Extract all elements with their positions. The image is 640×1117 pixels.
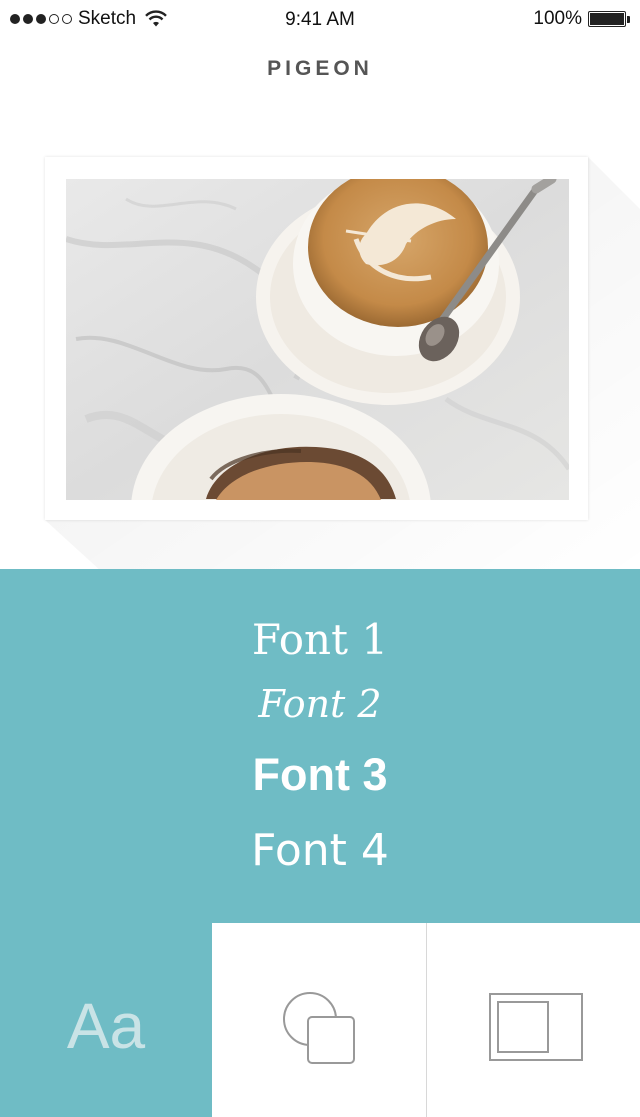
font-option-2[interactable]: Font 2 bbox=[0, 682, 640, 726]
font-option-1[interactable]: Font 1 bbox=[0, 615, 640, 664]
text-tool-label: Aa bbox=[66, 990, 146, 1062]
battery-percent: 100% bbox=[533, 8, 582, 29]
battery-icon bbox=[588, 11, 626, 27]
font-picker-panel: Font 1 Font 2 Font 3 Font 4 bbox=[0, 569, 640, 923]
text-tool-button[interactable]: Aa bbox=[0, 923, 212, 1117]
status-bar: Sketch 9:41 AM 100% bbox=[0, 0, 640, 40]
shapes-icon bbox=[283, 992, 355, 1064]
shapes-tool-button[interactable] bbox=[212, 923, 427, 1117]
bottom-toolbar: Aa bbox=[0, 923, 640, 1117]
photo-card[interactable] bbox=[45, 157, 588, 520]
battery-tip bbox=[627, 15, 630, 23]
frame-icon bbox=[489, 993, 583, 1061]
frame-tool-button[interactable] bbox=[427, 923, 640, 1117]
battery-group: 100% bbox=[533, 8, 630, 30]
font-option-3[interactable]: Font 3 bbox=[0, 749, 640, 801]
coffee-photo bbox=[66, 179, 569, 500]
app-title: PIGEON bbox=[267, 57, 373, 80]
font-option-4[interactable]: Font 4 bbox=[0, 825, 640, 876]
